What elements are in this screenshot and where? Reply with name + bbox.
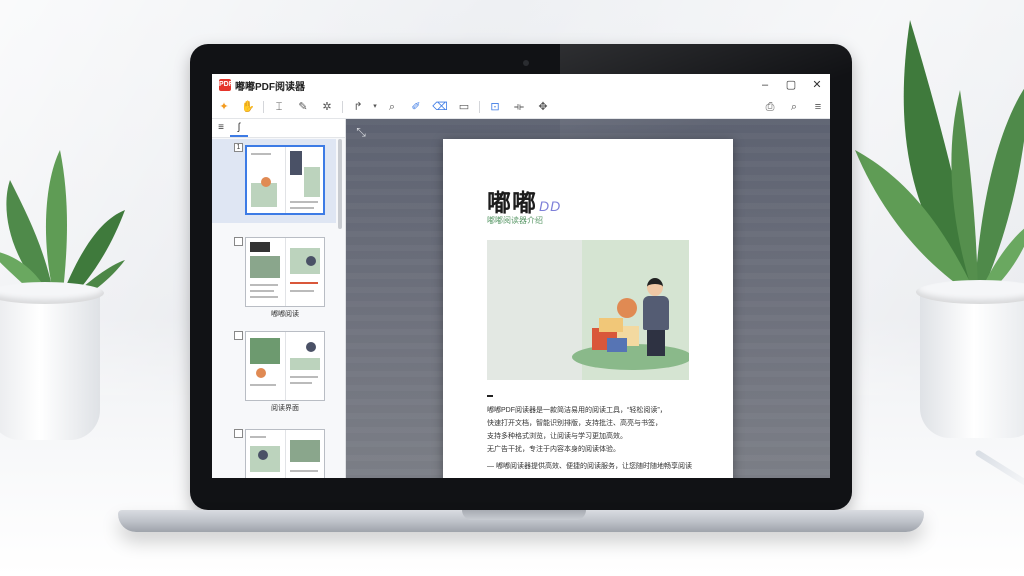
thumbnail-caption: 嘟嘟阅读 [271, 311, 299, 318]
fit-width-icon[interactable]: ⟛ [507, 96, 531, 118]
search-zoom-icon[interactable]: ⌕ [380, 96, 404, 118]
close-button[interactable]: ✕ [804, 74, 830, 96]
rotate-icon[interactable]: ↱ [346, 96, 370, 118]
webcam [523, 60, 529, 66]
document-page: 嘟嘟 DD 嘟嘟阅读器介绍 嘟嘟PDF阅读器是一款简洁易用的阅读工具，“轻松阅读”… [443, 139, 733, 478]
eraser-icon[interactable]: ⌫ [428, 96, 452, 118]
page-fit-icon[interactable]: ⊡ [483, 96, 507, 118]
select-text-icon[interactable]: ⌶ [267, 96, 291, 118]
sidebar-scrollbar[interactable] [338, 139, 342, 229]
thumbnail-caption: 阅读界面 [271, 405, 299, 412]
toolbar-right: ⎙ ⌕ ≡ [758, 96, 830, 118]
hand-icon[interactable]: ✋ [236, 96, 260, 118]
thumbnail-page-3[interactable]: 阅读界面 [212, 323, 336, 415]
document-illustration [487, 240, 689, 380]
app-window: PDF 嘟嘟PDF阅读器 – ▢ ✕ ✦ ✋ ⌶ ✎ ✲ ↱ ▾ ⌕ ✐ ⌫ ▭… [212, 74, 830, 478]
sidebar-tabs: ≡ ʃ [212, 119, 345, 138]
paragraph-line: 快速打开文档，智能识别排版，支持批注、高亮与书签， [487, 420, 662, 427]
paragraph-line: 无广告干扰，专注于内容本身的阅读体验。 [487, 446, 620, 453]
highlight-pen-icon[interactable]: ✐ [404, 96, 428, 118]
star-icon[interactable]: ✦ [212, 96, 236, 118]
collapse-sidebar-icon[interactable]: ⤡ [354, 125, 368, 139]
thumbnail-image [245, 429, 325, 478]
thumbnail-image [245, 145, 325, 215]
print-icon[interactable]: ⎙ [758, 96, 782, 118]
thumbnail-number: 1 [234, 143, 243, 152]
laptop-notch [462, 510, 586, 520]
minimize-button[interactable]: – [752, 74, 778, 96]
toolbar: ✦ ✋ ⌶ ✎ ✲ ↱ ▾ ⌕ ✐ ⌫ ▭ ⊡ ⟛ ✥ ⎙ ⌕ ≡ [212, 96, 830, 119]
annotate-icon[interactable]: ✎ [291, 96, 315, 118]
thumbnail-checkbox[interactable] [234, 331, 243, 340]
thumbnail-checkbox[interactable] [234, 429, 243, 438]
thumbnail-page-4[interactable] [212, 421, 336, 478]
document-subtitle: 嘟嘟阅读器介绍 [487, 216, 543, 225]
menu-icon[interactable]: ≡ [806, 96, 830, 118]
app-logo-icon: PDF [219, 79, 233, 91]
toolbar-separator [342, 101, 343, 113]
tab-thumbnails[interactable]: ʃ [230, 119, 248, 137]
right-pot [920, 288, 1024, 438]
title-bar: PDF 嘟嘟PDF阅读器 – ▢ ✕ [212, 74, 830, 96]
thumbnail-sidebar: ≡ ʃ 1 嘟嘟阅读 阅读界面 [212, 119, 346, 478]
maximize-button[interactable]: ▢ [778, 74, 804, 96]
tab-outline[interactable]: ≡ [212, 119, 230, 137]
translate-icon[interactable]: ✥ [531, 96, 555, 118]
paragraph-line: 支持多种格式浏览，让阅读与学习更加高效。 [487, 433, 627, 440]
window-controls: – ▢ ✕ [752, 74, 830, 96]
paragraph-marker [487, 395, 493, 397]
paragraph-line: — 嘟嘟阅读器提供高效、便捷的阅读服务，让您随时随地畅享阅读 [487, 463, 692, 470]
thumbnail-checkbox[interactable] [234, 237, 243, 246]
cursor-icon[interactable]: ✲ [315, 96, 339, 118]
document-title-accent: DD [539, 198, 562, 214]
document-title: 嘟嘟 DD [487, 190, 562, 217]
thumbnail-page-2[interactable]: 嘟嘟阅读 [212, 229, 336, 318]
paragraph-line: 嘟嘟PDF阅读器是一款简洁易用的阅读工具，“轻松阅读”， [487, 407, 667, 414]
dropdown-icon[interactable]: ▾ [370, 96, 380, 118]
document-viewer[interactable]: ⤡ 嘟嘟 DD 嘟嘟阅读器介绍 嘟嘟PDF阅读器是一款简洁易用的阅读工具，“轻松阅… [346, 119, 830, 478]
app-title: 嘟嘟PDF阅读器 [235, 81, 305, 93]
toolbar-separator [263, 101, 264, 113]
view-mode-icon[interactable]: ▭ [452, 96, 476, 118]
thumbnail-page-1[interactable]: 1 [212, 139, 336, 223]
thumbnail-image [245, 237, 325, 307]
right-plant [855, 20, 1024, 296]
search-icon[interactable]: ⌕ [782, 96, 806, 118]
left-pot [0, 290, 100, 440]
thumbnail-image [245, 331, 325, 401]
toolbar-separator [479, 101, 480, 113]
